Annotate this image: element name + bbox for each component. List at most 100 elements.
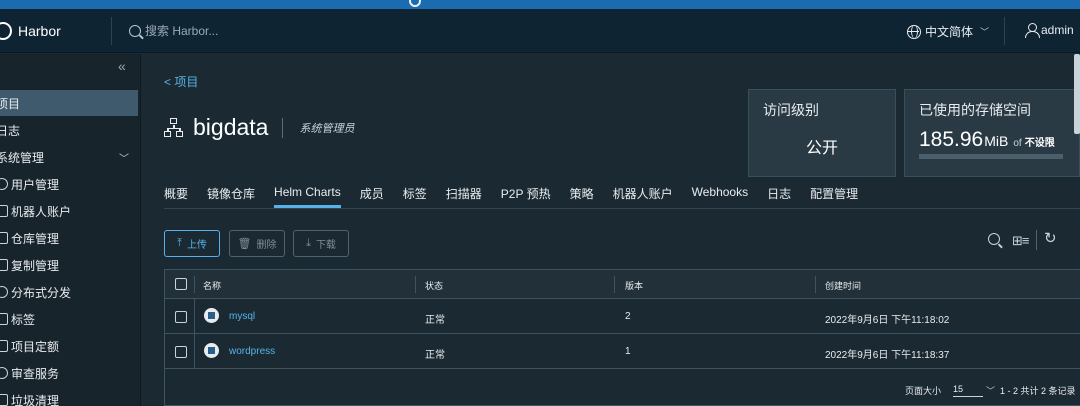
page-size-select[interactable]: 15 ﹀ [953,384,995,397]
organization-icon [164,117,184,138]
browser-indicator-icon [409,0,421,7]
scanner-icon [0,367,8,379]
column-divider [815,276,816,293]
tab-logs[interactable]: 日志 [767,185,791,210]
table-footer: 页面大小 15 ﹀ 1 - 2 共计 2 条记录 [165,372,1080,405]
sidebar-item-users[interactable]: 用户管理 [0,171,138,197]
tab-repositories[interactable]: 镜像仓库 [207,185,255,210]
sidebar-item-administration[interactable]: 系统管理 ﹀ [0,144,138,170]
chart-name-link[interactable]: mysql [229,311,255,322]
row-divider [194,334,195,368]
sidebar-item-interrogation[interactable]: 审查服务 [0,360,138,386]
column-divider [194,276,195,293]
pagination-summary: 1 - 2 共计 2 条记录 [1000,386,1076,396]
upload-icon: ⤒ [177,237,182,249]
tab-helm-charts[interactable]: Helm Charts [274,185,341,210]
sidebar-item-label: 标签 [11,312,36,327]
download-button[interactable]: ⤓ 下载 [293,230,349,257]
title-divider [282,117,284,138]
page-size-value: 15 [953,384,964,394]
top-header: Harbor 搜索 Harbor... 中文简体 ﹀ admin [0,9,1080,53]
chart-created: 2022年9月6日 下午11:18:02 [825,315,950,326]
column-header-status[interactable]: 状态 [425,279,443,292]
sidebar-item-label: 用户管理 [11,177,60,192]
harbor-logo-icon[interactable] [0,22,12,40]
charts-table: 名称 状态 版本 创建时间 mysql 正常 2 2022年9月6日 下午11:… [164,269,1080,406]
tab-p2p-preheat[interactable]: P2P 预热 [501,185,551,210]
chart-status: 正常 [425,315,445,326]
sidebar-item-label: 机器人账户 [11,204,72,219]
storage-number: 185.96 [919,128,984,151]
row-checkbox[interactable] [175,346,187,358]
download-label: 下载 [315,240,336,251]
access-level-title: 访问级别 [763,102,819,118]
distribution-icon [0,286,8,298]
robot-icon [0,205,8,217]
chart-status: 正常 [425,350,445,361]
access-level-card: 访问级别 公开 [748,89,896,177]
user-menu[interactable]: admin [1025,23,1074,38]
tab-members[interactable]: 成员 [360,185,384,210]
card-view-toggle-icon[interactable]: ⊞≡ [1012,233,1030,249]
sidebar-item-label: 审查服务 [11,366,60,381]
globe-icon [907,24,921,39]
filter-search-icon[interactable] [988,233,1000,245]
tab-webhooks[interactable]: Webhooks [692,185,748,210]
sidebar-item-label: 项目 [0,96,21,111]
header-divider [1004,17,1005,45]
tab-robot-accounts[interactable]: 机器人账户 [613,185,673,210]
username: admin [1041,23,1074,37]
user-icon [1025,23,1040,38]
sidebar-item-projects[interactable]: 项目 [0,90,138,116]
sidebar-item-quotas[interactable]: 项目定额 [0,333,138,359]
sidebar-item-label: 垃圾清理 [11,393,60,406]
page-scrollbar[interactable] [1074,54,1080,134]
project-header: bigdata 系统管理员 [164,114,354,141]
sidebar-item-label: 项目定额 [11,339,60,354]
sidebar-item-replications[interactable]: 复制管理 [0,252,138,278]
sidebar-item-labels[interactable]: 标签 [0,306,138,332]
access-level-value: 公开 [805,140,838,157]
tab-labels[interactable]: 标签 [403,185,427,210]
tab-scanner[interactable]: 扫描器 [446,185,482,210]
storage-unit: MiB [984,133,1009,149]
column-header-created[interactable]: 创建时间 [825,279,861,292]
table-row[interactable]: mysql 正常 2 2022年9月6日 下午11:18:02 [165,299,1080,334]
sidebar-item-label: 分布式分发 [11,285,72,300]
sidebar-item-distributions[interactable]: 分布式分发 [0,279,138,305]
delete-button[interactable]: 🗑 删除 [229,230,285,257]
tab-summary[interactable]: 概要 [164,185,188,210]
language-selector[interactable]: 中文简体 ﹀ [907,23,989,40]
chart-name-link[interactable]: wordpress [229,346,275,357]
replication-icon [0,259,8,271]
registry-icon [0,232,8,244]
sidebar-item-logs[interactable]: 日志 [0,117,138,143]
sidebar-item-label: 复制管理 [11,258,60,273]
upload-button[interactable]: ⤒ 上传 [164,230,220,257]
sidebar-item-registries[interactable]: 仓库管理 [0,225,138,251]
language-label: 中文简体 [925,25,974,39]
refresh-icon[interactable]: ↻ [1044,229,1057,247]
chevron-down-icon: ﹀ [119,153,129,165]
sidebar-item-robot-accounts[interactable]: 机器人账户 [0,198,138,224]
column-divider [415,276,416,293]
sidebar-item-gc[interactable]: 垃圾清理 [0,387,138,406]
row-checkbox[interactable] [175,311,187,323]
brand-name[interactable]: Harbor [18,23,61,39]
table-row[interactable]: wordpress 正常 1 2022年9月6日 下午11:18:37 [165,334,1080,369]
search-input[interactable]: 搜索 Harbor... [145,22,218,39]
tab-configuration[interactable]: 配置管理 [810,185,858,210]
chart-version: 1 [625,346,631,357]
select-all-checkbox[interactable] [175,278,187,290]
chart-version: 2 [625,311,631,322]
column-header-version[interactable]: 版本 [625,279,643,292]
chart-created: 2022年9月6日 下午11:18:37 [825,350,950,361]
storage-usage: 185.96 MiB of 不设限 [919,128,1055,152]
global-search[interactable]: 搜索 Harbor... [129,22,218,39]
sidebar-item-label: 日志 [0,123,21,138]
column-header-name[interactable]: 名称 [203,279,221,292]
toolbar-divider [1036,230,1037,250]
collapse-sidebar-icon[interactable]: « [118,58,126,74]
breadcrumb-back-link[interactable]: < 项目 [164,73,198,90]
tab-policy[interactable]: 策略 [570,185,594,210]
